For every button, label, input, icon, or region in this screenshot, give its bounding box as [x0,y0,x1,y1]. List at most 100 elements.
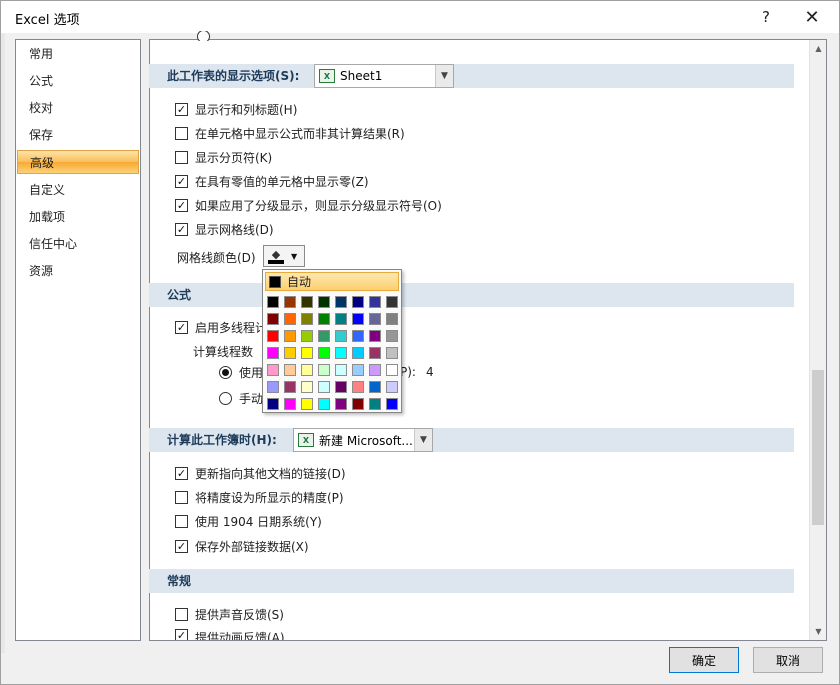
color-swatch[interactable] [301,296,313,308]
option-save-external-links[interactable]: ✓ 保存外部链接数据(X) [175,537,309,555]
option-show-zero[interactable]: ✓ 在具有零值的单元格中显示零(Z) [175,172,369,190]
radio-unselected[interactable] [219,391,232,405]
color-swatch[interactable] [267,364,279,376]
checkbox-checked[interactable]: ✓ [175,222,188,236]
color-swatch[interactable] [318,398,330,410]
color-swatch[interactable] [369,364,381,376]
palette-automatic-option[interactable]: 自动 [265,272,399,291]
color-swatch[interactable] [318,313,330,325]
sheet-select[interactable]: X Sheet1 ▼ [314,64,454,88]
sidebar-item-save[interactable]: 保存 [17,123,139,147]
option-show-outline-symbols[interactable]: ✓ 如果应用了分级显示，则显示分级显示符号(O) [175,196,442,214]
color-swatch[interactable] [352,364,364,376]
checkbox-unchecked[interactable] [175,126,188,140]
color-swatch[interactable] [318,347,330,359]
checkbox-unchecked[interactable] [175,514,188,528]
color-swatch[interactable] [318,364,330,376]
checkbox-unchecked[interactable] [175,607,188,621]
option-multithread[interactable]: ✓ 启用多线程计 [175,318,267,336]
color-swatch[interactable] [386,347,398,359]
color-swatch[interactable] [335,347,347,359]
color-swatch[interactable] [386,296,398,308]
color-swatch[interactable] [301,381,313,393]
color-swatch[interactable] [335,313,347,325]
radio-selected[interactable] [219,365,232,379]
color-swatch[interactable] [267,347,279,359]
color-swatch[interactable] [335,381,347,393]
sidebar-item-advanced[interactable]: 高级 [17,150,139,174]
color-swatch[interactable] [386,381,398,393]
color-swatch[interactable] [369,347,381,359]
color-swatch[interactable] [335,364,347,376]
color-swatch[interactable] [352,381,364,393]
color-swatch[interactable] [386,313,398,325]
color-swatch[interactable] [318,330,330,342]
sidebar-item-resources[interactable]: 资源 [17,259,139,283]
color-swatch[interactable] [301,347,313,359]
chevron-down-icon[interactable]: ▼ [435,65,453,87]
color-swatch[interactable] [369,398,381,410]
scroll-up-icon[interactable]: ▲ [810,40,827,57]
checkbox-checked[interactable]: ✓ [175,102,188,116]
vertical-scrollbar[interactable]: ▲ ▼ [809,40,826,640]
option-show-page-breaks[interactable]: 显示分页符(K) [175,148,272,166]
option-show-gridlines[interactable]: ✓ 显示网格线(D) [175,220,274,238]
color-swatch[interactable] [284,381,296,393]
ok-button[interactable]: 确定 [669,647,739,673]
color-swatch[interactable] [284,296,296,308]
checkbox-checked[interactable]: ✓ [175,629,188,640]
color-swatch[interactable] [335,398,347,410]
option-1904-date[interactable]: 使用 1904 日期系统(Y) [175,512,322,530]
color-swatch[interactable] [318,296,330,308]
checkbox-checked[interactable]: ✓ [175,539,188,553]
sidebar-item-addins[interactable]: 加载项 [17,205,139,229]
sidebar-item-formulas[interactable]: 公式 [17,69,139,93]
cancel-button[interactable]: 取消 [753,647,823,673]
color-swatch[interactable] [284,398,296,410]
sidebar-item-common[interactable]: 常用 [17,42,139,66]
color-swatch[interactable] [284,347,296,359]
color-swatch[interactable] [301,313,313,325]
color-swatch[interactable] [369,381,381,393]
sidebar-item-proofing[interactable]: 校对 [17,96,139,120]
color-swatch[interactable] [284,330,296,342]
color-swatch[interactable] [352,296,364,308]
color-swatch[interactable] [284,313,296,325]
color-swatch[interactable] [267,398,279,410]
sidebar-item-trust-center[interactable]: 信任中心 [17,232,139,256]
color-swatch[interactable] [352,398,364,410]
checkbox-checked[interactable]: ✓ [175,466,188,480]
gridline-color-button[interactable]: ◆ ▼ [263,245,305,267]
chevron-down-icon[interactable]: ▼ [414,429,432,451]
color-swatch[interactable] [369,296,381,308]
checkbox-checked[interactable]: ✓ [175,320,188,334]
workbook-select[interactable]: X 新建 Microsoft... ▼ [293,428,433,452]
option-update-links[interactable]: ✓ 更新指向其他文档的链接(D) [175,464,346,482]
color-swatch[interactable] [386,330,398,342]
close-button[interactable]: ✕ [789,1,835,33]
sidebar-item-customize[interactable]: 自定义 [17,178,139,202]
color-swatch[interactable] [352,330,364,342]
scroll-thumb[interactable] [812,370,824,525]
color-swatch[interactable] [267,381,279,393]
color-swatch[interactable] [267,313,279,325]
color-swatch[interactable] [352,313,364,325]
checkbox-unchecked[interactable] [175,490,188,504]
color-swatch[interactable] [301,330,313,342]
option-show-headers[interactable]: ✓ 显示行和列标题(H) [175,100,297,118]
option-animation-feedback[interactable]: ✓ 提供动画反馈(A) [175,629,285,640]
color-swatch[interactable] [369,330,381,342]
color-swatch[interactable] [318,381,330,393]
radio-use-all[interactable]: 使用 [219,363,263,381]
color-swatch[interactable] [386,364,398,376]
scroll-down-icon[interactable]: ▼ [810,623,827,640]
option-sound-feedback[interactable]: 提供声音反馈(S) [175,605,284,623]
option-precision-as-displayed[interactable]: 将精度设为所显示的精度(P) [175,488,344,506]
color-swatch[interactable] [267,296,279,308]
color-swatch[interactable] [335,296,347,308]
radio-manual[interactable]: 手动 [219,389,263,407]
color-swatch[interactable] [284,364,296,376]
checkbox-checked[interactable]: ✓ [175,174,188,188]
color-swatch[interactable] [369,313,381,325]
chevron-down-icon[interactable]: ▼ [291,252,297,261]
